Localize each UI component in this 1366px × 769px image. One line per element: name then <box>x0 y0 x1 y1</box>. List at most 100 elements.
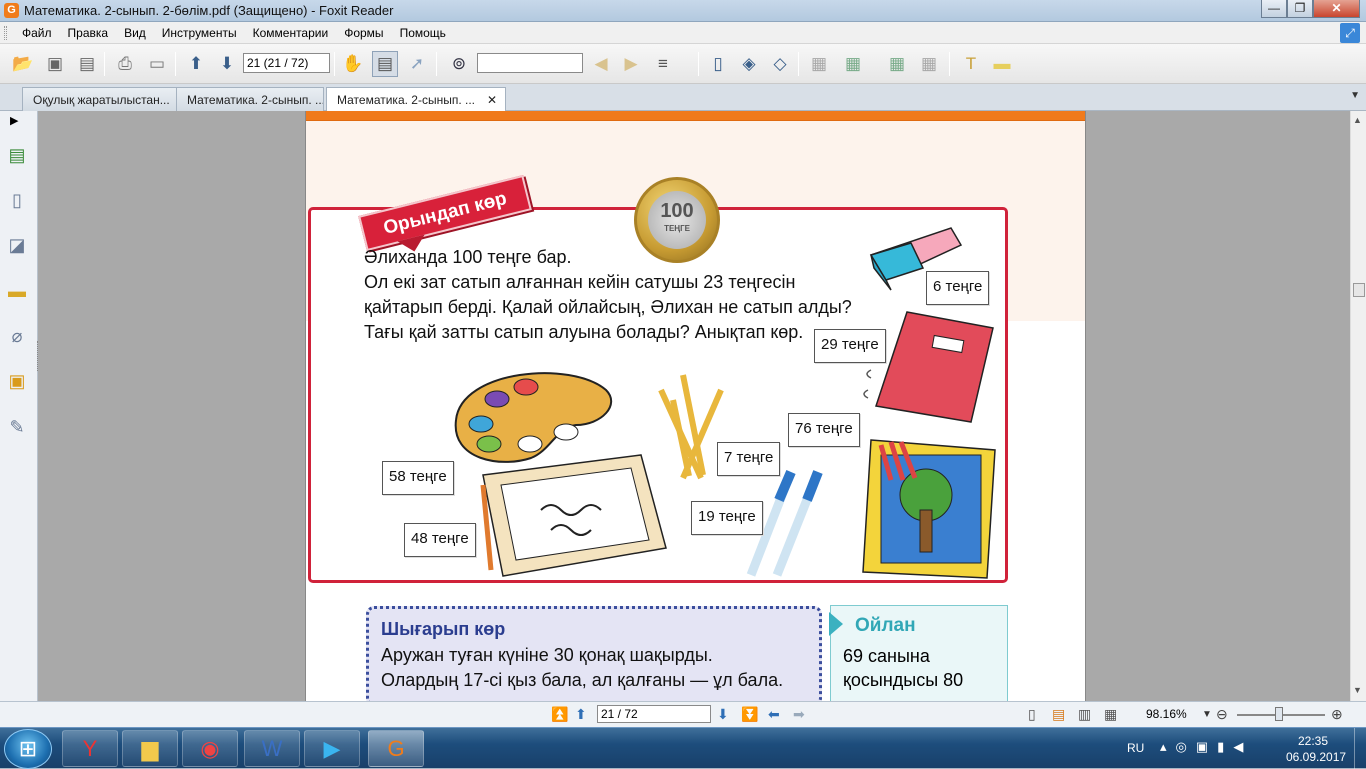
find-prev-icon[interactable]: ◀ <box>588 51 614 77</box>
language-indicator[interactable]: RU <box>1127 741 1144 755</box>
tab-label: Математика. 2-сынып. ... <box>337 93 476 107</box>
find-options-icon[interactable]: ≡ <box>650 51 676 77</box>
scroll-up-icon[interactable]: ▲ <box>1353 115 1362 125</box>
export-pdf-icon[interactable]: ▦ <box>884 51 910 77</box>
menu-file[interactable]: Файл <box>14 26 60 40</box>
maximize-button[interactable]: ❐ <box>1287 0 1313 18</box>
next-page-status-icon[interactable]: ⬇ <box>717 706 729 723</box>
tab-document-2[interactable]: Математика. 2-сынып. ... <box>176 87 324 111</box>
menu-forms[interactable]: Формы <box>336 26 391 40</box>
foxit-icon: G <box>4 3 19 18</box>
pdf-page: Орындап көр 100 ТЕҢГЕ Әлиханда 100 теңге… <box>305 111 1086 701</box>
note-icon[interactable]: ▬ <box>989 51 1015 77</box>
back-icon[interactable]: ⬅ <box>768 706 780 723</box>
print-icon[interactable]: ⎙ <box>112 51 138 77</box>
actual-size-icon[interactable]: ▯ <box>705 51 731 77</box>
coloring-book-image <box>862 439 996 579</box>
save-all-icon[interactable]: ▤ <box>74 51 100 77</box>
combine-pdf-icon[interactable]: ▦ <box>916 51 942 77</box>
prev-page-icon[interactable]: ⬆ <box>183 51 209 77</box>
facing-icon[interactable]: ▥ <box>1078 706 1091 723</box>
menu-help[interactable]: Помощь <box>392 26 454 40</box>
find-next-icon[interactable]: ▶ <box>618 51 644 77</box>
scroll-down-icon[interactable]: ▼ <box>1353 685 1362 695</box>
zoom-dropdown-icon[interactable]: ▼ <box>1202 709 1212 720</box>
menu-edit[interactable]: Правка <box>60 26 117 40</box>
comments-icon[interactable]: ▬ <box>5 279 29 303</box>
bookmarks-icon[interactable]: ▤ <box>5 143 29 167</box>
think-box: Ойлан 69 санына қосындысы 80 <box>829 605 1008 701</box>
attachments-icon[interactable]: ⌀ <box>5 324 29 348</box>
zoom-slider-knob[interactable] <box>1275 707 1283 721</box>
tray-arrow-icon[interactable]: ▴ <box>1160 739 1167 755</box>
exercise-box: Шығарып көр Аружан туған күніне 30 қонақ… <box>366 606 822 701</box>
clock-date[interactable]: 06.09.2017 <box>1286 750 1346 764</box>
convert-pdf-icon[interactable]: ▦ <box>840 51 866 77</box>
select-text-icon[interactable]: ▤ <box>372 51 398 77</box>
show-desktop-button[interactable] <box>1354 728 1366 769</box>
tab-document-3[interactable]: Математика. 2-сынып. ... ✕ <box>326 87 506 111</box>
zoom-out-icon[interactable]: ⊖ <box>1216 706 1228 723</box>
typewriter-icon[interactable]: T <box>958 51 984 77</box>
first-page-icon[interactable]: ⏫ <box>551 706 568 723</box>
title-bar: G Математика. 2-сынып. 2-бөлім.pdf (Защи… <box>0 0 1366 22</box>
single-page-icon[interactable]: ▯ <box>1028 706 1036 723</box>
coin-image: 100 ТЕҢГЕ <box>634 177 720 263</box>
security-lock-icon[interactable]: ▣ <box>5 369 29 393</box>
start-button[interactable]: ⊞ <box>4 729 52 769</box>
tray-network-device-icon[interactable]: ▣ <box>1196 739 1208 755</box>
coin-caption: ТЕҢГЕ <box>664 224 690 233</box>
fit-page-icon[interactable]: ◈ <box>736 51 762 77</box>
close-tab-icon[interactable]: ✕ <box>487 93 497 107</box>
binoculars-icon[interactable]: ⊚ <box>446 51 472 77</box>
previous-page-icon[interactable]: ⬆ <box>575 706 587 723</box>
task-line-4: Тағы қай затты сатып алуына болады? Анық… <box>364 322 804 342</box>
chrome-icon[interactable]: ◉ <box>182 730 238 767</box>
signatures-icon[interactable]: ✎ <box>5 415 29 439</box>
explorer-icon[interactable]: ▆ <box>122 730 178 767</box>
create-pdf-icon[interactable]: ▦ <box>806 51 832 77</box>
page-number-input[interactable] <box>243 53 330 73</box>
coin-value: 100 <box>660 200 694 222</box>
fit-width-icon[interactable]: ◇ <box>767 51 793 77</box>
tabs-dropdown-icon[interactable]: ▼ <box>1350 90 1360 101</box>
menu-view[interactable]: Вид <box>116 26 154 40</box>
pages-icon[interactable]: ▯ <box>5 188 29 212</box>
scan-icon[interactable]: ▭ <box>144 51 170 77</box>
menu-comments[interactable]: Комментарии <box>245 26 337 40</box>
zoom-in-icon[interactable]: ⊕ <box>1331 706 1343 723</box>
layers-icon[interactable]: ◪ <box>5 233 29 257</box>
status-page-input[interactable] <box>597 705 711 723</box>
zoom-level[interactable]: 98.16% <box>1146 707 1187 721</box>
foxit-taskbar-icon[interactable]: G <box>368 730 424 767</box>
clock-time[interactable]: 22:35 <box>1298 734 1328 748</box>
media-player-icon[interactable]: ▶ <box>304 730 360 767</box>
document-tabs: Оқулық жаратылыстан... Математика. 2-сын… <box>0 84 1366 111</box>
hand-tool-icon[interactable]: ✋ <box>340 51 366 77</box>
find-input[interactable] <box>477 53 583 73</box>
menu-tools[interactable]: Инструменты <box>154 26 245 40</box>
scroll-thumb[interactable] <box>1353 283 1365 297</box>
panel-expand-icon[interactable]: ▶ <box>10 114 18 127</box>
vertical-scrollbar[interactable]: ▲ ▼ <box>1350 111 1366 701</box>
yandex-browser-icon[interactable]: Y <box>62 730 118 767</box>
open-folder-icon[interactable]: 📂 <box>10 51 36 77</box>
word-icon[interactable]: W <box>244 730 300 767</box>
save-icon[interactable]: ▣ <box>42 51 68 77</box>
close-button[interactable]: ✕ <box>1313 0 1360 18</box>
minimize-button[interactable]: — <box>1261 0 1287 18</box>
expand-icon[interactable]: ⤢ <box>1340 23 1360 43</box>
exercise-line-1: Аружан туған күніне 30 қонақ шақырды. <box>381 645 713 665</box>
forward-icon[interactable]: ➡ <box>793 706 805 723</box>
last-page-icon[interactable]: ⏬ <box>741 706 758 723</box>
select-arrow-icon[interactable]: ➚ <box>404 51 430 77</box>
task-line-1: Әлиханда 100 теңге бар. <box>364 247 572 267</box>
page-header-bar <box>306 111 1085 121</box>
volume-icon[interactable]: ◀ <box>1233 739 1243 755</box>
tray-app-icon[interactable]: ◎ <box>1176 739 1187 755</box>
tab-document-1[interactable]: Оқулық жаратылыстан... <box>22 87 178 111</box>
signal-icon[interactable]: ▮ <box>1217 739 1224 755</box>
next-page-icon[interactable]: ⬇ <box>214 51 240 77</box>
continuous-icon[interactable]: ▤ <box>1052 706 1065 723</box>
continuous-facing-icon[interactable]: ▦ <box>1104 706 1117 723</box>
